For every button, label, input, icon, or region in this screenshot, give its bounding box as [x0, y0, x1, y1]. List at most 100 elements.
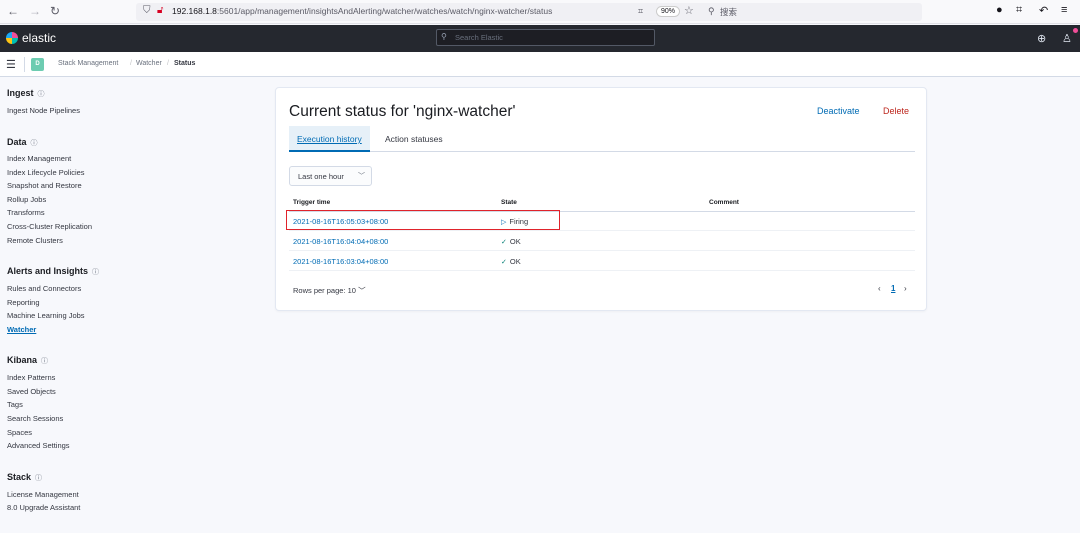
sidebar-item-upgrade-assistant[interactable]: 8.0 Upgrade Assistant [7, 503, 80, 512]
sidebar-item-snapshot-and-restore[interactable]: Snapshot and Restore [7, 181, 82, 190]
help-icon[interactable]: ⓘ [38, 91, 45, 98]
undo-icon[interactable]: ↶ [1039, 4, 1048, 17]
sidebar-item-watcher[interactable]: Watcher [7, 325, 36, 334]
sidebar-item-search-sessions[interactable]: Search Sessions [7, 414, 63, 423]
newsfeed-icon[interactable]: ♙ [1062, 32, 1072, 45]
divider [24, 57, 25, 72]
sidebar-item-advanced-settings[interactable]: Advanced Settings [7, 441, 70, 450]
watch-status-panel: Current status for 'nginx-watcher' Deact… [275, 87, 927, 311]
column-header-comment[interactable]: Comment [709, 199, 739, 206]
help-icon[interactable]: ⓘ [35, 475, 42, 482]
url-host: 192.168.1.8 [172, 6, 217, 16]
sidebar-section-kibana: Kibana ⓘ [7, 355, 48, 366]
sidebar-item-rules-and-connectors[interactable]: Rules and Connectors [7, 284, 81, 293]
sidebar-item-saved-objects[interactable]: Saved Objects [7, 387, 56, 396]
table-row: 2021-08-16T16:03:04+08:00 ✓ OK [289, 251, 915, 271]
column-header-state[interactable]: State [501, 199, 517, 206]
breadcrumb-separator: / [130, 60, 132, 67]
column-header-trigger-time[interactable]: Trigger time [293, 199, 330, 206]
extension-icon[interactable]: ● [996, 4, 1003, 16]
bookmark-star-icon[interactable]: ☆ [684, 4, 694, 17]
sidebar-item-index-management[interactable]: Index Management [7, 154, 71, 163]
help-globe-icon[interactable]: ⊕ [1037, 32, 1046, 45]
state-label: OK [509, 237, 521, 246]
breadcrumb-bar: ☰ D Stack Management / Watcher / Status [0, 52, 1080, 77]
state-cell: ✓ OK [501, 257, 521, 266]
crop-icon[interactable]: ⌗ [1016, 4, 1022, 17]
back-arrow-icon[interactable]: ← [6, 4, 20, 18]
sidebar-item-spaces[interactable]: Spaces [7, 428, 32, 437]
rows-per-page-label: Rows per page: 10 [293, 286, 356, 295]
pagination-prev-icon[interactable]: ‹ [878, 284, 881, 293]
check-icon: ✓ [501, 259, 507, 266]
section-title: Kibana [7, 355, 38, 365]
sidebar-item-license-management[interactable]: License Management [7, 490, 79, 499]
sidebar-item-index-lifecycle-policies[interactable]: Index Lifecycle Policies [7, 168, 85, 177]
breadcrumb-stack-management[interactable]: Stack Management [58, 60, 118, 67]
sidebar-section-data: Data ⓘ [7, 137, 38, 148]
trigger-time-link[interactable]: 2021-08-16T16:03:04+08:00 [293, 257, 388, 266]
space-avatar[interactable]: D [31, 58, 44, 71]
url-path: :5601/app/management/insightsAndAlerting… [216, 6, 553, 16]
sidebar-item-transforms[interactable]: Transforms [7, 208, 45, 217]
browser-search-label[interactable]: 搜索 [720, 6, 737, 18]
url-text[interactable]: 192.168.1.8:5601/app/management/insights… [172, 6, 552, 16]
tab-bar: Execution history Action statuses [289, 126, 915, 152]
zoom-badge[interactable]: 90% [656, 6, 681, 17]
tab-execution-history[interactable]: Execution history [289, 126, 370, 152]
search-icon: ⚲ [708, 6, 715, 16]
delete-button[interactable]: Delete [883, 106, 909, 116]
sidebar-item-reporting[interactable]: Reporting [7, 298, 40, 307]
translate-icon[interactable]: ⌗ [638, 6, 643, 17]
sidebar-item-tags[interactable]: Tags [7, 400, 23, 409]
shield-icon[interactable]: ⛉ [143, 5, 151, 16]
menu-icon[interactable]: ≡ [1061, 4, 1067, 16]
breadcrumb-status: Status [174, 60, 196, 67]
help-icon[interactable]: ⓘ [31, 140, 38, 147]
tab-action-statuses[interactable]: Action statuses [377, 126, 451, 152]
time-range-value: Last one hour [298, 172, 344, 181]
chevron-down-icon: ﹀ [358, 286, 366, 295]
hamburger-menu-icon[interactable]: ☰ [6, 58, 16, 71]
sidebar-item-rollup-jobs[interactable]: Rollup Jobs [7, 195, 46, 204]
page-title: Current status for 'nginx-watcher' [289, 103, 516, 120]
sidebar-item-machine-learning-jobs[interactable]: Machine Learning Jobs [7, 311, 85, 320]
sidebar-item-cross-cluster-replication[interactable]: Cross-Cluster Replication [7, 222, 92, 231]
search-icon: ⚲ [441, 32, 447, 41]
sidebar-item-remote-clusters[interactable]: Remote Clusters [7, 236, 63, 245]
brand-name[interactable]: elastic [22, 31, 56, 45]
highlight-annotation-box [286, 210, 560, 230]
trigger-time-link[interactable]: 2021-08-16T16:04:04+08:00 [293, 237, 388, 246]
time-range-select[interactable]: Last one hour ﹀ [289, 166, 372, 186]
breadcrumb-watcher[interactable]: Watcher [136, 60, 162, 67]
browser-toolbar: ← → ↻ ⛉ 🔓︎ 192.168.1.8:5601/app/manageme… [0, 0, 1080, 24]
section-title: Ingest [7, 88, 34, 98]
section-title: Stack [7, 472, 32, 482]
section-title: Data [7, 137, 27, 147]
rows-per-page-select[interactable]: Rows per page: 10 ﹀ [293, 285, 366, 296]
forward-arrow-icon[interactable]: → [28, 4, 42, 18]
search-placeholder: Search Elastic [455, 33, 503, 42]
check-icon: ✓ [501, 239, 507, 246]
elastic-logo-icon[interactable] [6, 32, 18, 44]
pagination-page-number[interactable]: 1 [891, 284, 895, 293]
section-title: Alerts and Insights [7, 266, 89, 276]
state-cell: ✓ OK [501, 237, 521, 246]
pagination-next-icon[interactable]: › [904, 284, 907, 293]
sidebar-section-alerts-and-insights: Alerts and Insights ⓘ [7, 266, 99, 277]
reload-icon[interactable]: ↻ [48, 4, 62, 18]
breadcrumb-separator: / [167, 60, 169, 67]
sidebar-section-stack: Stack ⓘ [7, 472, 42, 483]
help-icon[interactable]: ⓘ [41, 358, 48, 365]
address-bar[interactable]: ⛉ 🔓︎ 192.168.1.8:5601/app/management/ins… [136, 3, 922, 21]
state-label: OK [509, 257, 521, 266]
sidebar-section-ingest: Ingest ⓘ [7, 88, 45, 99]
help-icon[interactable]: ⓘ [92, 269, 99, 276]
elastic-search-input[interactable]: ⚲ Search Elastic [436, 29, 655, 46]
insecure-lock-icon[interactable]: 🔓︎ [157, 5, 163, 16]
deactivate-button[interactable]: Deactivate [817, 106, 860, 116]
sidebar-item-index-patterns[interactable]: Index Patterns [7, 373, 55, 382]
sidebar-item-ingest-node-pipelines[interactable]: Ingest Node Pipelines [7, 106, 80, 115]
notification-dot [1073, 28, 1078, 33]
elastic-header: elastic ⚲ Search Elastic ⊕ ♙ [0, 25, 1080, 52]
